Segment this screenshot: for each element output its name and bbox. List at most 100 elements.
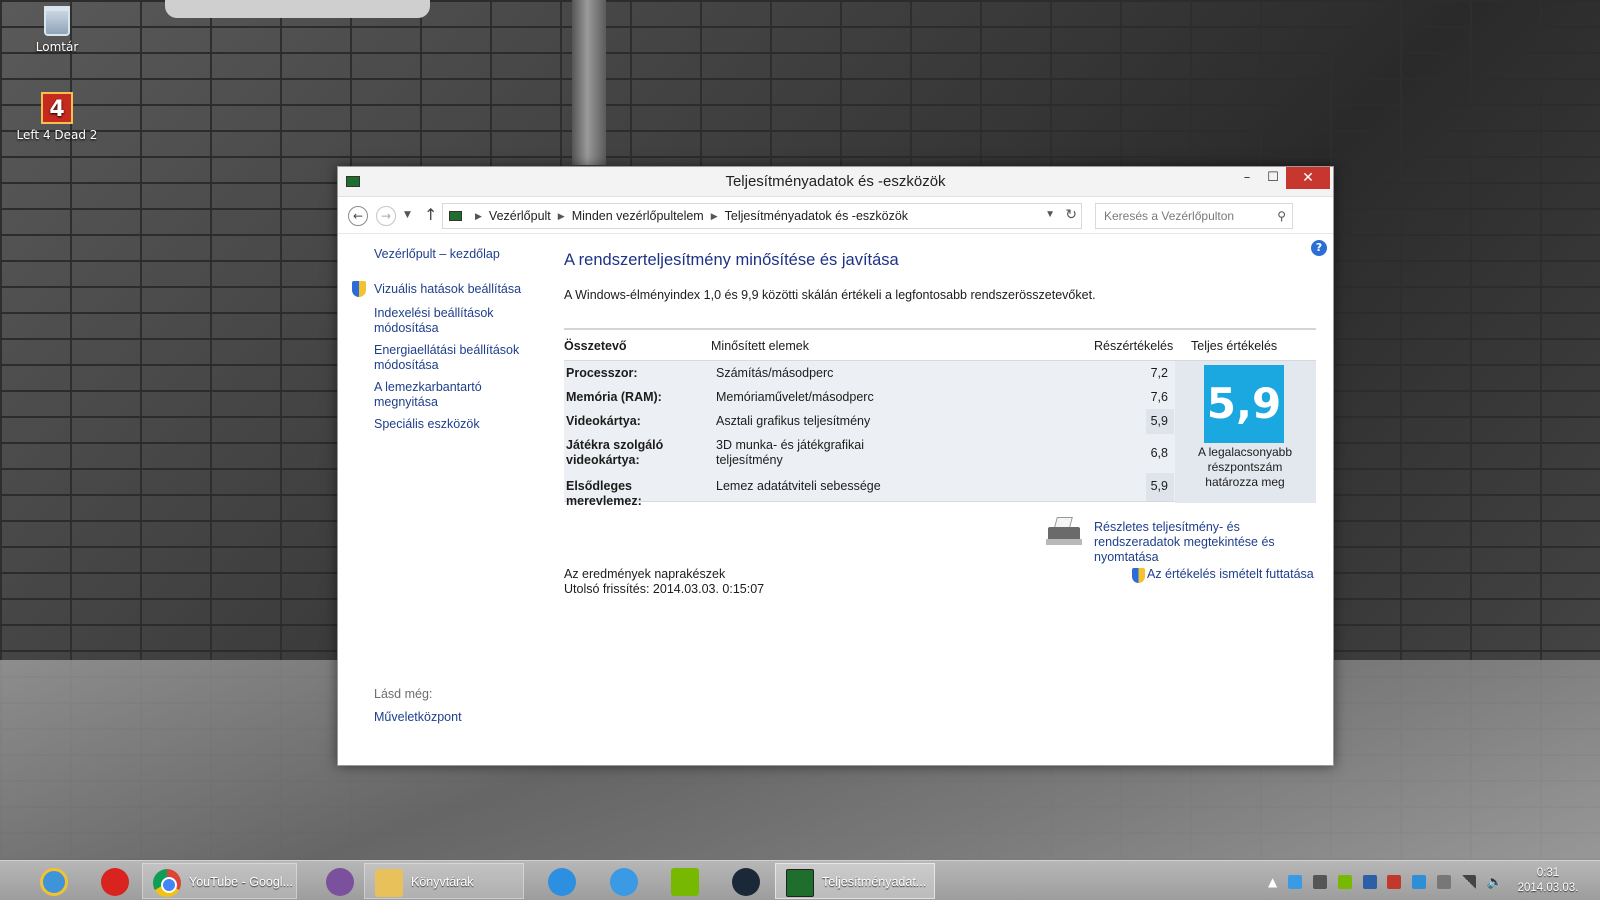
taskbar-file-explorer[interactable]: Könyvtárak	[364, 863, 524, 899]
clock-date: 2014.03.03.	[1517, 882, 1579, 894]
action-center-tray-icon[interactable]	[1412, 874, 1427, 889]
rerun-assessment-link[interactable]: Az értékelés ismételt futtatása	[1147, 567, 1314, 581]
row-subscore-lowest: 5,9	[1146, 409, 1174, 434]
forward-button[interactable]: →	[376, 206, 396, 226]
column-header-component: Összetevő	[564, 339, 627, 353]
title-bar[interactable]: Teljesítményadatok és -eszközök – ☐ ✕	[338, 167, 1333, 197]
opera-icon	[101, 868, 129, 896]
chevron-right-icon: ▶	[475, 211, 482, 221]
sidebar-item-action-center[interactable]: Műveletközpont	[374, 710, 534, 725]
help-icon[interactable]: ?	[1311, 240, 1327, 256]
base-score-badge: 5,9	[1204, 365, 1284, 443]
network-signal-icon[interactable]	[1461, 874, 1476, 889]
row-component: Játékra szolgáló videokártya:	[566, 438, 664, 467]
status-text: Az eredmények naprakészek	[564, 567, 726, 581]
power-tray-icon[interactable]	[1437, 874, 1452, 889]
control-panel-icon	[449, 211, 462, 221]
chrome-icon	[153, 869, 181, 897]
breadcrumb-control-panel[interactable]: Vezérlőpult	[489, 204, 551, 228]
page-description: A Windows-élményindex 1,0 és 9,9 közötti…	[564, 288, 1096, 302]
taskbar-clock[interactable]: 0:31 2014.03.03.	[1508, 866, 1588, 896]
itunes-icon	[548, 868, 576, 896]
icloud-tray-icon[interactable]	[1288, 874, 1303, 889]
shield-icon	[352, 281, 366, 297]
taskbar-performance-tools[interactable]: Teljesítményadat...	[775, 863, 935, 899]
desktop-icon-label: Left 4 Dead 2	[16, 128, 98, 142]
show-hidden-icons-icon[interactable]: ▲	[1268, 875, 1277, 889]
score-table: Összetevő Minősített elemek Részértékelé…	[564, 328, 1316, 508]
table-header: Összetevő Minősített elemek Részértékelé…	[564, 330, 1316, 360]
taskbar-item-label: Könyvtárak	[411, 875, 474, 889]
taskbar-chrome[interactable]: YouTube - Googl...	[142, 863, 297, 899]
sidebar-item-disk-cleanup[interactable]: A lemezkarbantartó megnyitása	[374, 380, 534, 410]
search-icon[interactable]: ⚲	[1277, 204, 1286, 228]
window-title: Teljesítményadatok és -eszközök	[725, 173, 946, 190]
chevron-right-icon: ▶	[557, 211, 565, 221]
row-subscore-lowest: 5,9	[1146, 473, 1174, 501]
minimize-button[interactable]: –	[1234, 167, 1260, 189]
sidebar: Vezérlőpult – kezdőlap Vizuális hatások …	[338, 235, 538, 765]
desktop-icon-label: Lomtár	[35, 40, 79, 54]
refresh-icon[interactable]: ↻	[1065, 206, 1077, 223]
last-update-text: Utolsó frissítés: 2014.03.03. 0:15:07	[564, 582, 765, 596]
wallpaper-sign	[165, 0, 430, 18]
desktop-icon-left4dead2[interactable]: 4 Left 4 Dead 2	[12, 92, 102, 142]
antivirus-tray-icon[interactable]	[1387, 874, 1402, 889]
clock-time: 0:31	[1536, 867, 1560, 879]
taskbar-opera[interactable]	[91, 863, 137, 899]
device-tray-icon[interactable]	[1312, 874, 1327, 889]
address-bar[interactable]: ▶ Vezérlőpult ▶ Minden vezérlőpultelem ▶ Telj…	[442, 203, 1082, 229]
row-subscore: 6,8	[1150, 446, 1168, 460]
row-item: Asztali grafikus teljesítmény	[716, 414, 871, 428]
row-item: Memóriaművelet/másodperc	[716, 390, 874, 404]
sidebar-item-visual-effects[interactable]: Vizuális hatások beállítása	[374, 282, 534, 297]
breadcrumb-performance[interactable]: Teljesítményadatok és -eszközök	[725, 204, 908, 228]
base-score-column: 5,9 A legalacsonyabb részpontszám határo…	[1175, 361, 1316, 503]
taskbar-steam[interactable]	[722, 863, 768, 899]
row-item: Számítás/másodperc	[716, 366, 834, 380]
taskbar-internet-explorer[interactable]	[30, 863, 76, 899]
volume-icon[interactable]: 🔈	[1487, 875, 1503, 890]
row-component: Videokártya:	[566, 414, 641, 428]
folder-icon	[375, 869, 403, 897]
sidebar-item-home[interactable]: Vezérlőpult – kezdőlap	[374, 247, 534, 262]
row-item: Lemez adatátviteli sebessége	[716, 479, 881, 493]
left4dead2-icon: 4	[41, 92, 73, 124]
column-header-subscore: Részértékelés	[1094, 339, 1174, 353]
breadcrumb-all-items[interactable]: Minden vezérlőpultelem	[572, 204, 704, 228]
sidebar-item-power[interactable]: Energiaellátási beállítások módosítása	[374, 343, 534, 373]
search-input[interactable]: Keresés a Vezérlőpulton ⚲	[1095, 203, 1293, 229]
icloud-icon	[610, 868, 638, 896]
back-button[interactable]: ←	[348, 206, 368, 226]
row-item: 3D munka- és játékgrafikai teljesítmény	[716, 438, 864, 467]
shield-icon	[1132, 568, 1145, 583]
recycle-bin-icon	[44, 6, 70, 36]
internet-explorer-icon	[40, 868, 68, 896]
view-detailed-report-link[interactable]: Részletes teljesítmény- és rendszeradato…	[1094, 520, 1324, 565]
maximize-button[interactable]: ☐	[1260, 167, 1286, 189]
page-title: A rendszerteljesítmény minősítése és jav…	[564, 251, 899, 269]
recent-locations-dropdown[interactable]: ▼	[404, 210, 411, 220]
desktop-icon-recycle-bin[interactable]: Lomtár	[12, 6, 102, 54]
performance-window: Teljesítményadatok és -eszközök – ☐ ✕ ← …	[337, 166, 1334, 766]
close-button[interactable]: ✕	[1286, 167, 1330, 189]
row-subscore: 7,2	[1150, 366, 1168, 380]
chevron-down-icon[interactable]: ▼	[1045, 209, 1055, 220]
nvidia-tray-icon[interactable]	[1337, 874, 1352, 889]
chevron-right-icon: ▶	[710, 211, 718, 221]
see-also-label: Lásd még:	[374, 687, 433, 701]
nvidia-icon	[671, 868, 699, 896]
sidebar-item-advanced-tools[interactable]: Speciális eszközök	[374, 417, 534, 432]
up-button[interactable]: ↑	[424, 205, 437, 224]
row-component: Processzor:	[566, 366, 638, 380]
taskbar-nvidia[interactable]	[661, 863, 707, 899]
taskbar-icloud[interactable]	[600, 863, 646, 899]
taskbar-itunes[interactable]	[538, 863, 584, 899]
monitor-tray-icon[interactable]	[1362, 874, 1377, 889]
taskbar-viber[interactable]	[316, 863, 362, 899]
base-score-note: A legalacsonyabb részpontszám határozza …	[1197, 445, 1293, 489]
sidebar-item-indexing[interactable]: Indexelési beállítások módosítása	[374, 306, 534, 336]
row-component: Elsődleges merevlemez:	[566, 479, 642, 508]
printer-icon	[1046, 517, 1082, 547]
wallpaper-pipe	[572, 0, 606, 165]
